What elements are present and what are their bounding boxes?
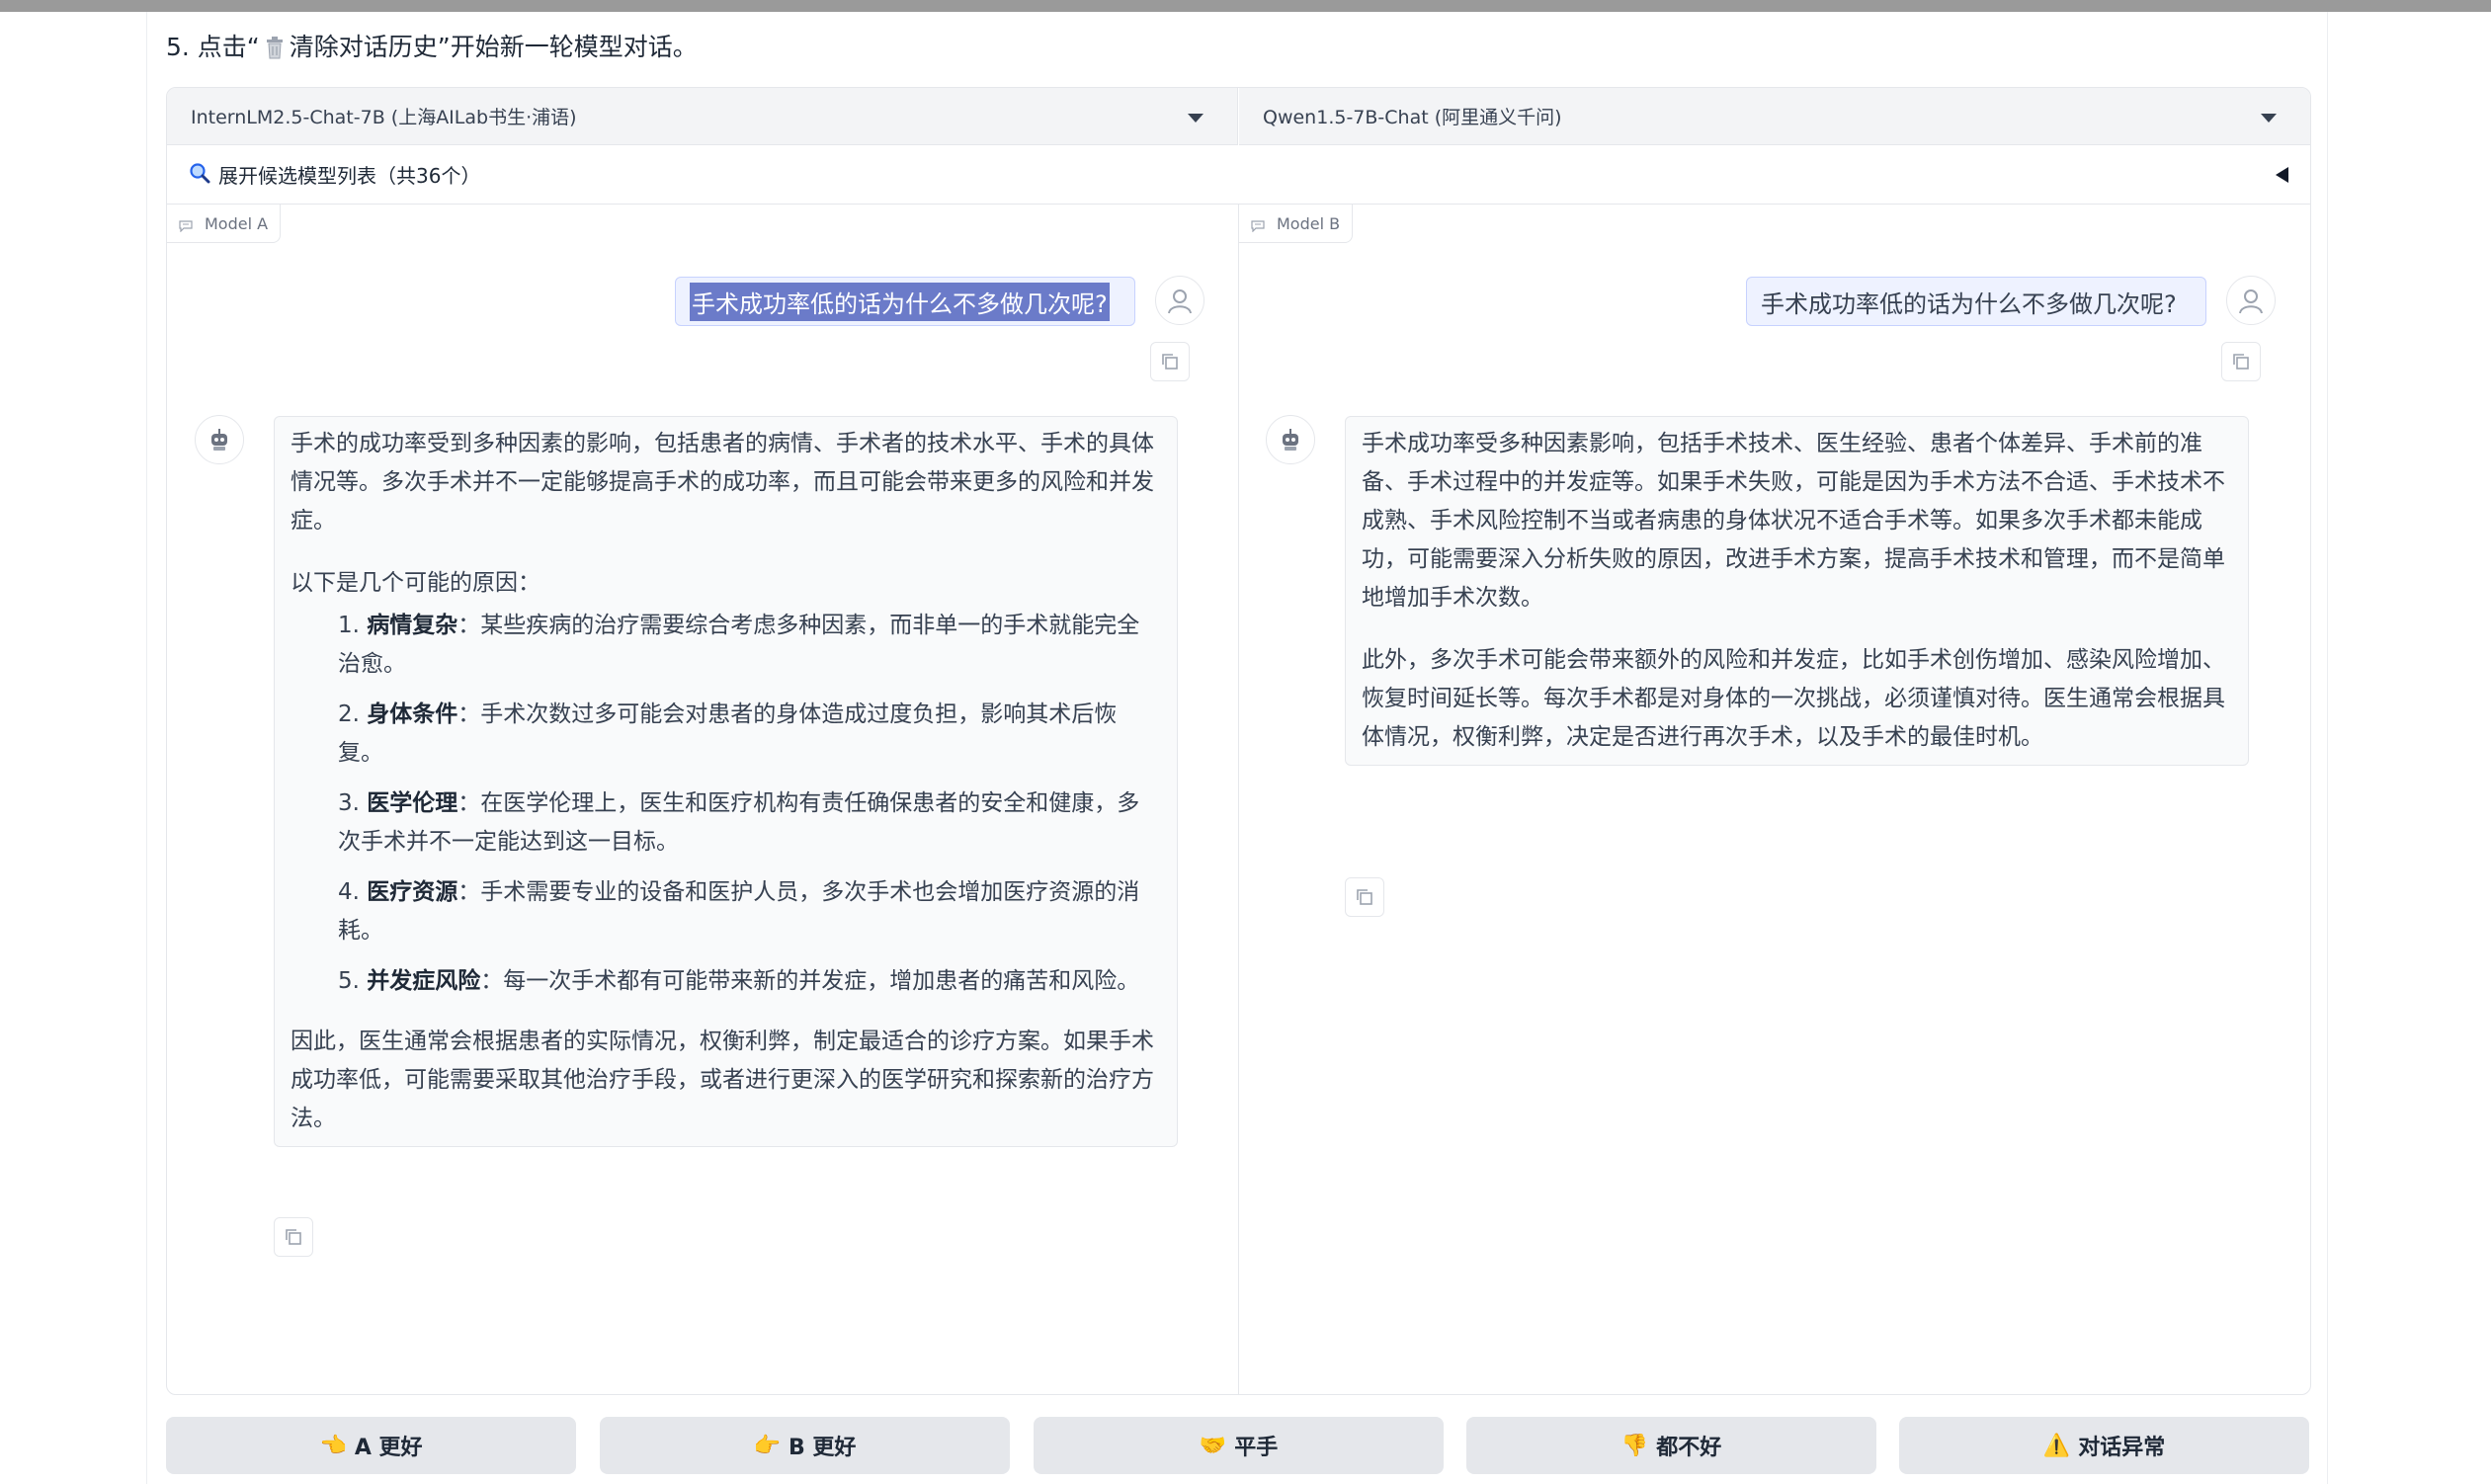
user-avatar [1155, 276, 1204, 325]
chatbot-model-b: Model B 手术成功率低的话为什么不多做几次呢? 手术成功率受多种因素影响，… [1239, 205, 2310, 1394]
handshake-icon: 🤝 [1199, 1433, 1227, 1458]
trash-icon [264, 32, 286, 59]
thumbs-down-icon: 👎 [1620, 1433, 1649, 1458]
copy-icon[interactable] [1150, 342, 1190, 381]
model-a-selected: InternLM2.5-Chat-7B (上海AILab书生·浦语) [191, 107, 577, 128]
report-abnormal-button[interactable]: ⚠️ 对话异常 [1899, 1417, 2309, 1474]
list-item: 5. 并发症风险：每一次手术都有可能带来新的并发症，增加患者的痛苦和风险。 [338, 968, 1140, 994]
reasons-list: 1. 病情复杂：某些疾病的治疗需要综合考虑多种因素，而非单一的手术就能完全治愈。… [291, 607, 1161, 1001]
user-message[interactable]: 手术成功率低的话为什么不多做几次呢? [675, 277, 1135, 326]
chat-bubble-icon [179, 217, 193, 233]
model-a-dropdown[interactable]: InternLM2.5-Chat-7B (上海AILab书生·浦语) [167, 88, 1238, 145]
model-b-tag: Model B [1239, 205, 1354, 243]
chat-bubble-icon [1251, 217, 1265, 233]
list-item: 2. 身体条件：手术次数过多可能会对患者的身体造成过度负担，影响其术后恢复。 [338, 701, 1118, 766]
copy-icon[interactable] [2221, 342, 2261, 381]
bot-avatar [195, 415, 244, 464]
user-avatar [2226, 276, 2276, 325]
bot-avatar [1266, 415, 1315, 464]
point-right-icon: 👉 [753, 1433, 781, 1458]
model-a-tag: Model A [167, 205, 282, 243]
list-item: 4. 医疗资源：手术需要专业的设备和医护人员，多次手术也会增加医疗资源的消耗。 [338, 879, 1140, 944]
collapse-triangle-icon [2276, 167, 2288, 183]
chevron-down-icon [1188, 114, 1204, 123]
point-left-icon: 👈 [319, 1433, 347, 1458]
chevron-down-icon [2261, 114, 2277, 123]
list-item: 3. 医学伦理：在医学伦理上，医生和医疗机构有责任确保患者的安全和健康，多次手术… [338, 790, 1140, 855]
expander-label: 展开候选模型列表（共36个） [218, 164, 481, 188]
vote-both-bad-button[interactable]: 👎 都不好 [1466, 1417, 1876, 1474]
warning-icon: ⚠️ [2042, 1433, 2071, 1458]
copy-icon[interactable] [274, 1217, 313, 1257]
vote-tie-button[interactable]: 🤝 平手 [1034, 1417, 1444, 1474]
vote-a-better-button[interactable]: 👈 A 更好 [166, 1417, 576, 1474]
chatbot-model-a: Model A 手术成功率低的话为什么不多做几次呢? 手术的成功率受到多种因素的… [167, 205, 1238, 1394]
content-frame-right [2327, 12, 2328, 1484]
vote-b-better-button[interactable]: 👉 B 更好 [600, 1417, 1010, 1474]
list-item: 1. 病情复杂：某些疾病的治疗需要综合考虑多种因素，而非单一的手术就能完全治愈。 [338, 613, 1140, 677]
model-b-selected: Qwen1.5-7B-Chat (阿里通义千问) [1263, 107, 1562, 128]
instruction-text: 5. 点击“ 清除对话历史”开始新一轮模型对话。 [166, 32, 698, 61]
model-b-dropdown[interactable]: Qwen1.5-7B-Chat (阿里通义千问) [1239, 88, 2310, 145]
window-top-bar [0, 0, 2491, 12]
model-list-expander[interactable]: 展开候选模型列表（共36个） [167, 145, 2310, 205]
user-message[interactable]: 手术成功率低的话为什么不多做几次呢? [1746, 277, 2206, 326]
bot-message: 手术的成功率受到多种因素的影响，包括患者的病情、手术者的技术水平、手术的具体情况… [274, 416, 1178, 1147]
content-frame-left [146, 12, 147, 1484]
copy-icon[interactable] [1345, 877, 1384, 917]
arena-panel: InternLM2.5-Chat-7B (上海AILab书生·浦语) Qwen1… [166, 87, 2311, 1395]
bot-message: 手术成功率受多种因素影响，包括手术技术、医生经验、患者个体差异、手术前的准备、手… [1345, 416, 2249, 766]
magnifier-icon [189, 162, 210, 188]
